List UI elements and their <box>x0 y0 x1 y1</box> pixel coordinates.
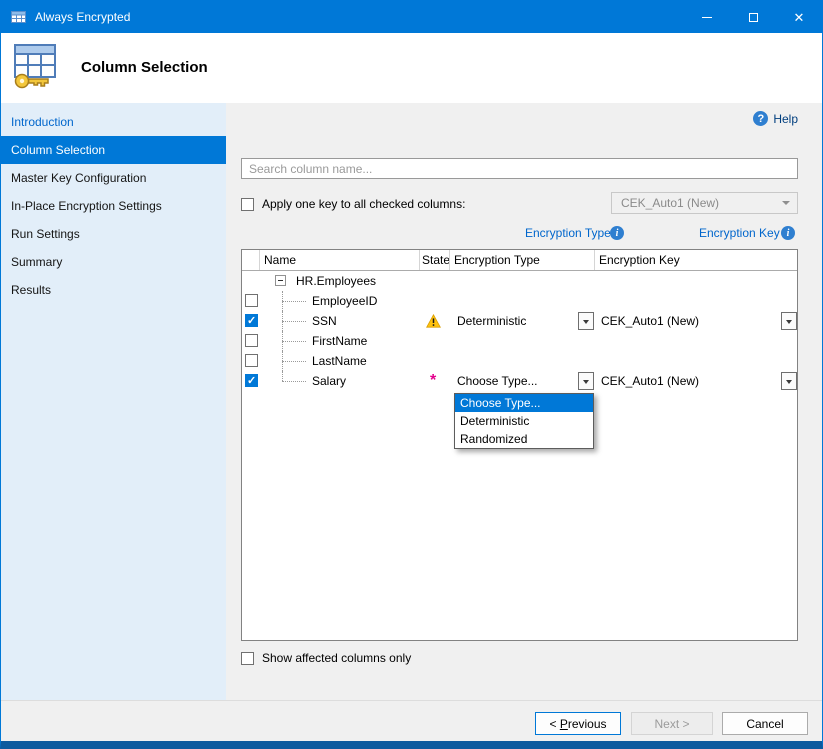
column-name: Salary <box>312 371 346 391</box>
table-group-name: HR.Employees <box>296 271 376 291</box>
maximize-icon <box>749 13 758 22</box>
window-title: Always Encrypted <box>35 10 130 24</box>
encryption-key-value: CEK_Auto1 (New) <box>601 312 699 330</box>
caret-down-icon <box>786 320 792 327</box>
dropdown-item-randomized[interactable]: Randomized <box>455 430 593 448</box>
cek-select: CEK_Auto1 (New) <box>611 192 798 214</box>
row-checkbox[interactable] <box>245 314 258 327</box>
encryption-key-combo[interactable]: CEK_Auto1 (New) <box>595 372 798 390</box>
page-header: Column Selection <box>1 33 822 103</box>
caret-down-icon <box>583 320 589 327</box>
encryption-type-link[interactable]: Encryption Type <box>525 226 611 240</box>
table-group-row[interactable]: HR.Employees <box>242 271 797 291</box>
previous-label-accel: P <box>560 717 568 731</box>
column-selection-panel: Help Apply one key to all checked column… <box>226 103 822 700</box>
info-icon[interactable] <box>610 226 624 240</box>
encryption-type-value: Deterministic <box>457 312 526 330</box>
combo-dropdown-button[interactable] <box>781 372 797 390</box>
previous-label-rest: revious <box>568 717 607 731</box>
column-name: EmployeeID <box>312 291 377 311</box>
encryption-type-dropdown: Choose Type... Deterministic Randomized <box>454 393 594 449</box>
show-affected-label: Show affected columns only <box>262 651 411 665</box>
header-encryption-key: Encryption Key <box>595 250 797 270</box>
sidebar-item-results[interactable]: Results <box>1 276 226 304</box>
header-checkbox-column <box>242 250 260 270</box>
close-icon <box>794 11 805 24</box>
sidebar-item-column-selection[interactable]: Column Selection <box>1 136 226 164</box>
table-row[interactable]: Salary * Choose Type... CEK_Auto1 (New) <box>242 371 797 391</box>
row-checkbox[interactable] <box>245 294 258 307</box>
sidebar-item-in-place-encryption-settings[interactable]: In-Place Encryption Settings <box>1 192 226 220</box>
combo-dropdown-button[interactable] <box>781 312 797 330</box>
header-name: Name <box>260 250 420 270</box>
show-affected-checkbox[interactable] <box>241 652 254 665</box>
cancel-button[interactable]: Cancel <box>722 712 808 735</box>
encryption-type-combo[interactable]: Deterministic <box>451 312 595 330</box>
dropdown-item-deterministic[interactable]: Deterministic <box>455 412 593 430</box>
table-row[interactable]: SSN Deterministic CEK_Auto1 (New) <box>242 311 797 331</box>
dropdown-item-choose-type[interactable]: Choose Type... <box>455 394 593 412</box>
caret-down-icon <box>786 380 792 387</box>
column-name: FirstName <box>312 331 367 351</box>
close-button[interactable] <box>776 1 822 33</box>
help-link[interactable]: Help <box>753 111 798 126</box>
combo-dropdown-button[interactable] <box>578 312 594 330</box>
always-encrypted-window: Always Encrypted Column Selection Introd… <box>0 0 823 749</box>
row-checkbox[interactable] <box>245 354 258 367</box>
header-state: State <box>420 250 450 270</box>
sidebar-item-master-key-configuration[interactable]: Master Key Configuration <box>1 164 226 192</box>
tree-connector-icon <box>282 331 308 351</box>
table-row[interactable]: EmployeeID <box>242 291 797 311</box>
minimize-button[interactable] <box>684 1 730 33</box>
wizard-step-sidebar: Introduction Column Selection Master Key… <box>1 103 226 700</box>
required-marker: * <box>430 373 436 389</box>
encryption-key-combo[interactable]: CEK_Auto1 (New) <box>595 312 798 330</box>
apply-one-key-label: Apply one key to all checked columns: <box>262 197 465 211</box>
columns-grid: Name State Encryption Type Encryption Ke… <box>241 249 798 641</box>
table-row[interactable]: FirstName <box>242 331 797 351</box>
titlebar: Always Encrypted <box>1 1 822 33</box>
column-name: LastName <box>312 351 367 371</box>
warning-icon <box>426 314 441 328</box>
wizard-body: Introduction Column Selection Master Key… <box>1 103 822 700</box>
minimize-icon <box>702 17 712 18</box>
help-icon <box>753 111 768 126</box>
previous-button[interactable]: < Previous <box>535 712 621 735</box>
column-name: SSN <box>312 311 337 331</box>
next-button[interactable]: Next > <box>631 712 713 735</box>
sidebar-item-run-settings[interactable]: Run Settings <box>1 220 226 248</box>
tree-connector-icon <box>282 371 308 391</box>
search-input[interactable] <box>241 158 798 179</box>
tree-connector-icon <box>282 291 308 311</box>
tree-connector-icon <box>282 351 308 371</box>
column-selection-icon <box>10 42 60 90</box>
help-label: Help <box>773 112 798 126</box>
header-encryption-type: Encryption Type <box>450 250 595 270</box>
apply-one-key-checkbox[interactable] <box>241 198 254 211</box>
info-icon[interactable] <box>781 226 795 240</box>
row-checkbox[interactable] <box>245 374 258 387</box>
tree-connector-icon <box>282 311 308 331</box>
page-title: Column Selection <box>81 59 208 76</box>
button-bar: < Previous Next > Cancel <box>1 700 822 741</box>
previous-label-pre: < <box>549 717 559 731</box>
table-row[interactable]: LastName <box>242 351 797 371</box>
encryption-type-value: Choose Type... <box>457 372 538 390</box>
chevron-down-icon <box>782 201 790 209</box>
maximize-button[interactable] <box>730 1 776 33</box>
encryption-key-link[interactable]: Encryption Key <box>699 226 780 240</box>
sidebar-item-introduction[interactable]: Introduction <box>1 108 226 136</box>
app-icon <box>11 9 27 25</box>
window-controls <box>684 1 822 33</box>
caret-down-icon <box>583 380 589 387</box>
encryption-type-combo[interactable]: Choose Type... <box>451 372 595 390</box>
grid-header: Name State Encryption Type Encryption Ke… <box>242 250 797 271</box>
tree-collapse-icon[interactable] <box>275 275 286 286</box>
row-checkbox[interactable] <box>245 334 258 347</box>
sidebar-item-summary[interactable]: Summary <box>1 248 226 276</box>
combo-dropdown-button[interactable] <box>578 372 594 390</box>
encryption-key-value: CEK_Auto1 (New) <box>601 372 699 390</box>
cek-select-value: CEK_Auto1 (New) <box>621 196 719 210</box>
